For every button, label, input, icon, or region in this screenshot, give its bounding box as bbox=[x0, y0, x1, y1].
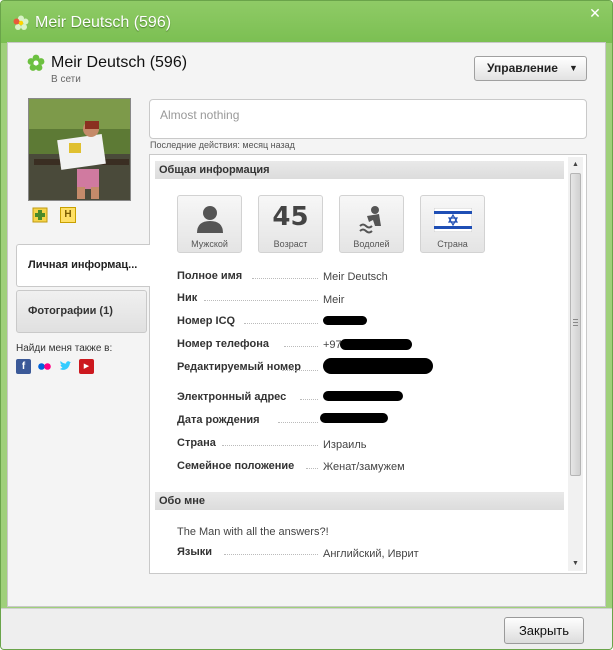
panel-scrollbar[interactable]: ▲ ▼ bbox=[568, 157, 583, 571]
row-dots bbox=[282, 370, 318, 371]
row-label-nick: Ник bbox=[177, 292, 198, 304]
about-header: Обо мне bbox=[155, 492, 564, 510]
youtube-icon[interactable]: ▶ bbox=[79, 359, 94, 374]
scroll-thumb[interactable] bbox=[570, 173, 581, 476]
redaction-mark bbox=[340, 339, 412, 350]
about-text: The Man with all the answers?! bbox=[177, 526, 329, 538]
redaction-mark bbox=[320, 413, 388, 423]
dropdown-arrow-icon: ▼ bbox=[569, 63, 578, 73]
row-dots bbox=[284, 346, 318, 347]
flickr-icon[interactable] bbox=[37, 359, 52, 374]
row-label-languages: Языки bbox=[177, 546, 213, 558]
manage-button[interactable]: Управление ▼ bbox=[474, 56, 587, 81]
aquarius-icon bbox=[359, 206, 381, 234]
redaction-mark bbox=[323, 358, 433, 374]
avatar[interactable] bbox=[28, 98, 131, 201]
scroll-down-arrow-icon[interactable]: ▼ bbox=[568, 556, 583, 571]
dialog-footer: Закрыть bbox=[1, 608, 612, 649]
row-dots bbox=[244, 323, 318, 324]
age-tile: 45 Возраст bbox=[258, 195, 323, 253]
last-activity: Последние действия: месяц назад bbox=[150, 140, 295, 150]
age-caption: Возраст bbox=[273, 239, 308, 249]
redaction-mark bbox=[323, 391, 403, 401]
facebook-icon[interactable]: f bbox=[16, 359, 31, 374]
row-value-fullname: Meir Deutsch bbox=[323, 271, 388, 283]
row-label-fullname: Полное имя bbox=[177, 270, 243, 282]
tab-personal-info[interactable]: Личная информац... bbox=[16, 244, 150, 287]
h-badge-icon[interactable]: H bbox=[60, 207, 76, 223]
row-dots bbox=[300, 399, 318, 400]
israel-flag-icon bbox=[434, 208, 472, 232]
redaction-mark bbox=[323, 316, 367, 325]
row-dots bbox=[222, 445, 318, 446]
row-dots bbox=[252, 278, 318, 279]
country-caption: Страна bbox=[437, 239, 468, 249]
grip-line bbox=[573, 319, 578, 320]
grip-line bbox=[573, 325, 578, 326]
manage-button-label: Управление bbox=[487, 61, 558, 75]
row-dots bbox=[204, 300, 318, 301]
row-dots bbox=[306, 468, 318, 469]
edit-note-icon[interactable] bbox=[32, 207, 48, 223]
row-value-languages: Английский, Иврит bbox=[323, 548, 419, 560]
icq-flower-icon bbox=[13, 15, 29, 30]
row-label-email: Электронный адрес bbox=[177, 391, 287, 403]
avatar-photo bbox=[29, 99, 130, 200]
general-info-header: Общая информация bbox=[155, 161, 564, 179]
country-tile: Страна bbox=[420, 195, 485, 253]
scroll-up-arrow-icon[interactable]: ▲ bbox=[568, 157, 583, 172]
profile-window: Meir Deutsch (596) ✕ Meir Deutsch (596) … bbox=[0, 0, 613, 650]
mood-message[interactable]: Almost nothing bbox=[149, 99, 587, 139]
row-value-marital: Женат/замужем bbox=[323, 461, 405, 473]
row-label-birthday: Дата рождения bbox=[177, 414, 260, 426]
row-dots bbox=[224, 554, 318, 555]
window-close-icon[interactable]: ✕ bbox=[586, 5, 604, 21]
zodiac-tile: Водолей bbox=[339, 195, 404, 253]
contact-status: В сети bbox=[51, 74, 81, 85]
title-bar[interactable]: Meir Deutsch (596) ✕ bbox=[1, 1, 612, 43]
row-label-icq: Номер ICQ bbox=[177, 315, 236, 327]
close-button[interactable]: Закрыть bbox=[504, 617, 584, 644]
window-title: Meir Deutsch (596) bbox=[35, 14, 172, 31]
row-label-mobile-1: Редактируемый номер bbox=[177, 361, 301, 373]
row-value-country: Израиль bbox=[323, 439, 367, 451]
row-label-phone: Номер телефона bbox=[177, 338, 269, 350]
row-label-country: Страна bbox=[177, 437, 216, 449]
row-value-nick: Meir bbox=[323, 294, 345, 306]
row-dots bbox=[278, 422, 318, 423]
row-label-marital: Семейное положение bbox=[177, 460, 295, 472]
gender-caption: Мужской bbox=[191, 239, 228, 249]
profile-content: Meir Deutsch (596) В сети Управление ▼ A… bbox=[7, 42, 606, 607]
profile-details-panel[interactable]: Общая информация Мужской 45 Возраст Водо… bbox=[149, 154, 587, 574]
tab-photos[interactable]: Фотографии (1) bbox=[16, 290, 147, 333]
zodiac-caption: Водолей bbox=[353, 239, 390, 249]
age-value: 45 bbox=[272, 202, 309, 232]
contact-name: Meir Deutsch (596) bbox=[51, 54, 188, 71]
grip-line bbox=[573, 322, 578, 323]
twitter-icon[interactable] bbox=[58, 359, 73, 374]
gender-tile: Мужской bbox=[177, 195, 242, 253]
find-me-label: Найди меня также в: bbox=[16, 343, 113, 354]
person-icon bbox=[197, 206, 223, 233]
status-flower-icon bbox=[27, 54, 45, 71]
